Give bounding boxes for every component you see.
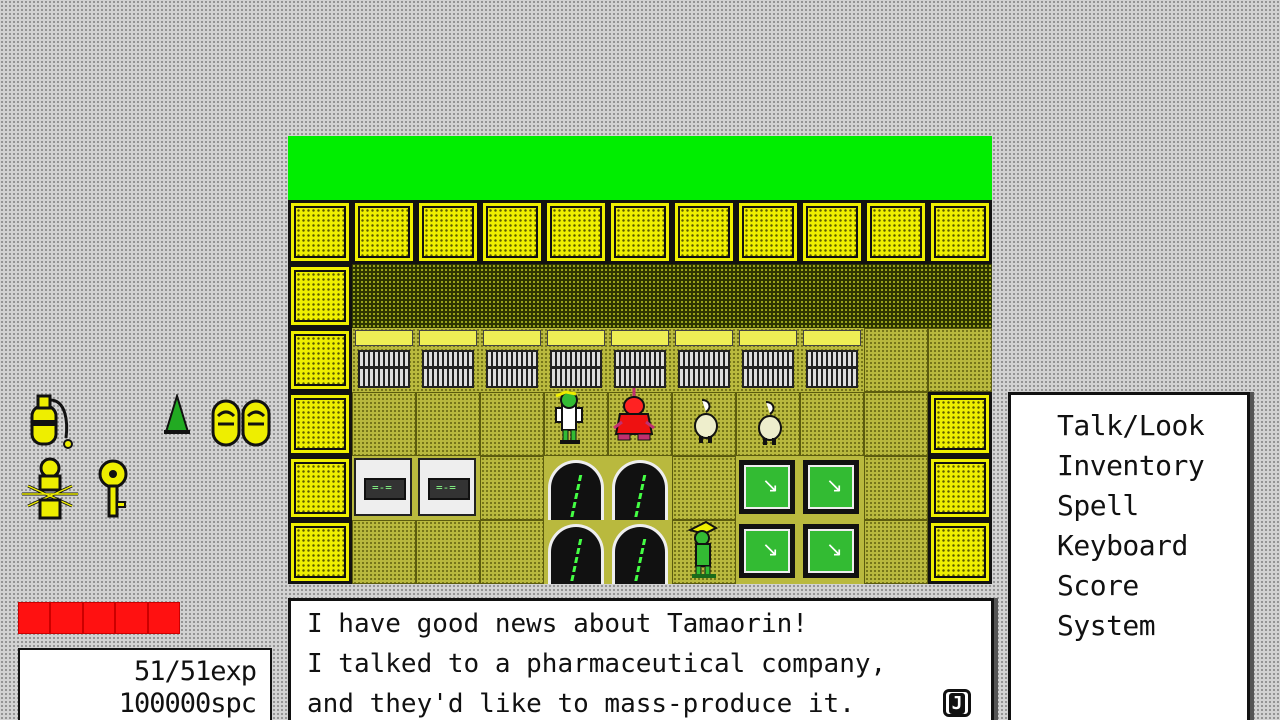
menu-talk-look[interactable]: Talk/Look — [1057, 409, 1205, 442]
floor-tile — [480, 520, 544, 584]
specimen-capsule[interactable] — [608, 456, 672, 520]
vent-tile — [416, 328, 480, 392]
lab-monitor[interactable] — [736, 456, 800, 520]
health-segment — [83, 603, 117, 633]
vent-tile — [352, 328, 416, 392]
dark-floor-tile — [864, 264, 928, 328]
wall-tile — [800, 200, 864, 264]
dark-floor-tile — [800, 264, 864, 328]
floor-tile — [672, 456, 736, 520]
game-viewport[interactable] — [288, 136, 992, 584]
dark-floor-tile — [480, 264, 544, 328]
dark-floor-tile — [608, 264, 672, 328]
dialog-line: I have good news about Tamaorin! — [307, 609, 808, 639]
health-segment — [116, 603, 149, 633]
wall-tile — [864, 200, 928, 264]
green-alien-npc[interactable] — [686, 520, 720, 580]
oxygen-tank-icon[interactable] — [22, 392, 78, 458]
floor-tile — [480, 392, 544, 456]
wall-tile — [288, 456, 352, 520]
wall-tile — [928, 200, 992, 264]
dialog-next-key-icon[interactable]: J — [943, 689, 971, 717]
dialog-line: I talked to a pharmaceutical company, — [307, 649, 887, 679]
wall-tile — [736, 200, 800, 264]
wall-tile — [672, 200, 736, 264]
health-segment — [148, 603, 180, 633]
wall-tile — [288, 392, 352, 456]
experience-value: 51/51exp — [133, 656, 257, 687]
vent-tile — [608, 328, 672, 392]
figurine-icon[interactable] — [18, 456, 82, 522]
dark-floor-tile — [544, 264, 608, 328]
dialog-box[interactable]: I have good news about Tamaorin! I talke… — [288, 598, 994, 720]
floor-tile — [416, 520, 480, 584]
floor-tile — [864, 456, 928, 520]
floor-tile — [864, 328, 928, 392]
wall-tile — [288, 328, 352, 392]
vent-tile — [544, 328, 608, 392]
specimen-capsule[interactable] — [544, 520, 608, 584]
dark-floor-tile — [352, 264, 416, 328]
wall-tile — [288, 264, 352, 328]
floor-tile — [800, 392, 864, 456]
scientist-npc[interactable] — [552, 390, 586, 446]
white-bird-npc[interactable] — [690, 398, 720, 444]
key-icon[interactable] — [90, 458, 136, 520]
vent-tile — [672, 328, 736, 392]
floor-tile — [864, 520, 928, 584]
dark-floor-tile — [928, 264, 992, 328]
floor-tile — [864, 392, 928, 456]
dark-floor-tile — [416, 264, 480, 328]
wall-tile — [352, 200, 416, 264]
wall-tile — [544, 200, 608, 264]
floor-tile — [416, 392, 480, 456]
red-hero-player[interactable] — [612, 388, 656, 444]
menu-inventory[interactable]: Inventory — [1057, 449, 1205, 482]
wall-tile — [608, 200, 672, 264]
dark-floor-tile — [736, 264, 800, 328]
cone-icon[interactable] — [162, 394, 192, 436]
vent-tile — [736, 328, 800, 392]
wall-tile — [416, 200, 480, 264]
wall-tile — [928, 520, 992, 584]
floor-tile — [352, 520, 416, 584]
lab-monitor[interactable] — [800, 456, 864, 520]
floor-tile — [480, 456, 544, 520]
specimen-capsule[interactable] — [544, 456, 608, 520]
vent-tile — [480, 328, 544, 392]
wall-tile — [928, 392, 992, 456]
wall-tile — [288, 200, 352, 264]
stats-panel: 51/51exp 100000spc — [18, 648, 272, 720]
next-key-label: J — [948, 692, 966, 714]
white-bird-npc[interactable] — [754, 400, 784, 446]
command-menu: Talk/Look Inventory Spell Keyboard Score… — [1008, 392, 1250, 720]
money-value: 100000spc — [118, 688, 257, 719]
menu-system[interactable]: System — [1057, 609, 1156, 642]
slippers-icon[interactable] — [210, 398, 272, 448]
health-segment — [19, 603, 52, 633]
lab-monitor[interactable] — [736, 520, 800, 584]
specimen-capsule[interactable] — [608, 520, 672, 584]
lab-machine[interactable] — [416, 456, 480, 520]
floor-tile — [352, 392, 416, 456]
wall-tile — [288, 520, 352, 584]
menu-score[interactable]: Score — [1057, 569, 1139, 602]
lab-monitor[interactable] — [800, 520, 864, 584]
dark-floor-tile — [672, 264, 736, 328]
dialog-line: and they'd like to mass-produce it. — [307, 689, 855, 719]
menu-keyboard[interactable]: Keyboard — [1057, 529, 1188, 562]
health-bar — [18, 602, 180, 634]
floor-tile — [928, 328, 992, 392]
vent-tile — [800, 328, 864, 392]
menu-spell[interactable]: Spell — [1057, 489, 1139, 522]
health-segment — [51, 603, 84, 633]
wall-tile — [928, 456, 992, 520]
lab-machine[interactable] — [352, 456, 416, 520]
wall-tile — [480, 200, 544, 264]
